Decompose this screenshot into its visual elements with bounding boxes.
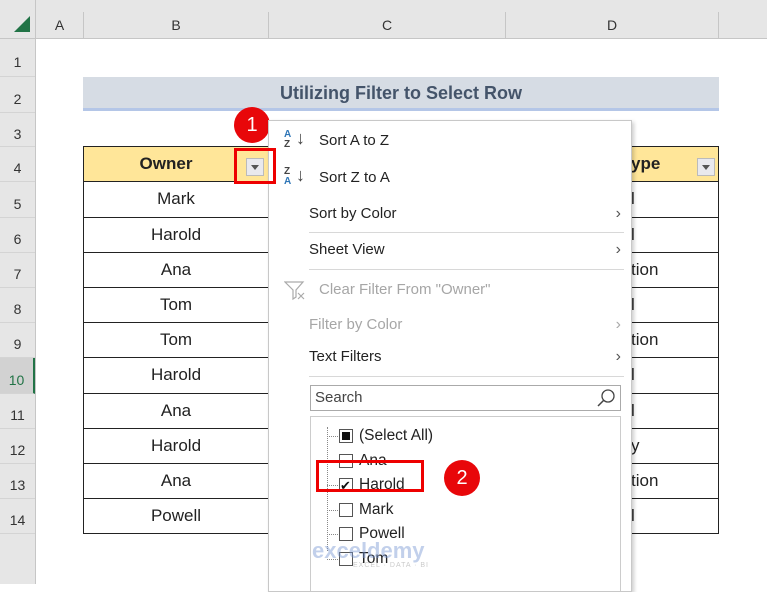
filter-dropdown-menu: A Z ↓ Sort A to Z Z A ↓ Sort Z to A Sort by … bbox=[268, 120, 632, 592]
chevron-right-icon: › bbox=[615, 205, 621, 222]
owner-cell[interactable]: Powell bbox=[83, 498, 269, 534]
owner-cell[interactable]: Harold bbox=[83, 217, 269, 253]
row-header-4[interactable]: 4 bbox=[0, 147, 35, 182]
owner-cell[interactable]: Ana bbox=[83, 252, 269, 288]
row-header-10[interactable]: 10 bbox=[0, 358, 35, 394]
row-header-9[interactable]: 9 bbox=[0, 323, 35, 358]
filter-by-color-label: Filter by Color bbox=[309, 316, 403, 333]
column-header-b[interactable]: B bbox=[84, 12, 269, 38]
row-header-11[interactable]: 11 bbox=[0, 394, 35, 429]
row-header-7[interactable]: 7 bbox=[0, 253, 35, 288]
search-input[interactable]: Search bbox=[310, 385, 621, 411]
row-header-3[interactable]: 3 bbox=[0, 113, 35, 147]
step-badge-2: 2 bbox=[444, 460, 480, 496]
checkbox[interactable] bbox=[339, 429, 353, 443]
row-header-1[interactable]: 1 bbox=[0, 39, 35, 77]
sort-a-to-z[interactable]: A Z ↓ Sort A to Z bbox=[269, 126, 631, 156]
column-header-bar: A B C D bbox=[0, 0, 767, 39]
sort-by-color[interactable]: Sort by Color › bbox=[269, 199, 631, 229]
sort-by-color-label: Sort by Color bbox=[309, 205, 397, 222]
owner-cell[interactable]: Harold bbox=[83, 428, 269, 464]
corner-triangle-icon bbox=[14, 16, 30, 32]
highlight-filter-button bbox=[234, 148, 276, 184]
step-badge-1: 1 bbox=[234, 107, 270, 143]
sort-a-to-z-label: Sort A to Z bbox=[319, 132, 390, 149]
tree-branch bbox=[327, 436, 338, 437]
row-header-12[interactable]: 12 bbox=[0, 429, 35, 464]
row-header-14[interactable]: 14 bbox=[0, 499, 35, 534]
menu-divider bbox=[309, 232, 624, 233]
filter-item-label: (Select All) bbox=[359, 427, 434, 444]
column-header-c[interactable]: C bbox=[269, 12, 506, 38]
watermark-logo: exceldemy bbox=[312, 538, 425, 563]
row-header-8[interactable]: 8 bbox=[0, 288, 35, 323]
chevron-right-icon: › bbox=[615, 241, 621, 258]
watermark-tagline: EXCEL · DATA · BI bbox=[353, 562, 429, 569]
clear-filter[interactable]: Clear Filter From "Owner" bbox=[269, 275, 631, 305]
filter-item-label: Mark bbox=[359, 500, 394, 518]
sheet-view[interactable]: Sheet View › bbox=[269, 235, 631, 265]
owner-cell[interactable]: Tom bbox=[83, 287, 269, 323]
row-header-6[interactable]: 6 bbox=[0, 218, 35, 253]
chevron-right-icon: › bbox=[615, 348, 621, 365]
row-header-5[interactable]: 5 bbox=[0, 182, 35, 218]
select-all-corner[interactable] bbox=[0, 0, 36, 38]
menu-divider bbox=[309, 376, 624, 377]
highlight-harold bbox=[316, 460, 424, 492]
sort-descending-icon: Z A ↓ bbox=[284, 165, 305, 187]
checkbox[interactable] bbox=[339, 502, 353, 517]
row-header-13[interactable]: 13 bbox=[0, 464, 35, 499]
owner-cell[interactable]: Tom bbox=[83, 322, 269, 358]
sheet-title: Utilizing Filter to Select Row bbox=[83, 77, 719, 111]
owner-cell[interactable]: Ana bbox=[83, 393, 269, 429]
search-icon bbox=[597, 389, 615, 407]
text-filters-label: Text Filters bbox=[309, 348, 382, 365]
tree-branch bbox=[327, 509, 338, 511]
sheet-view-label: Sheet View bbox=[309, 241, 385, 258]
owner-cell[interactable]: Mark bbox=[83, 181, 269, 218]
type-filter-button[interactable] bbox=[697, 158, 715, 176]
column-header-a[interactable]: A bbox=[36, 12, 84, 38]
sort-ascending-icon: A Z ↓ bbox=[284, 128, 305, 150]
menu-divider bbox=[309, 269, 624, 270]
text-filters[interactable]: Text Filters › bbox=[269, 342, 631, 372]
tree-branch bbox=[327, 534, 338, 535]
filter-by-color[interactable]: Filter by Color › bbox=[269, 310, 631, 340]
search-placeholder: Search bbox=[315, 389, 363, 406]
sort-z-to-a-label: Sort Z to A bbox=[319, 169, 390, 186]
chevron-right-icon: › bbox=[615, 316, 621, 333]
clear-filter-label: Clear Filter From "Owner" bbox=[319, 281, 491, 298]
sort-z-to-a[interactable]: Z A ↓ Sort Z to A bbox=[269, 163, 631, 193]
column-header-d[interactable]: D bbox=[506, 12, 719, 38]
owner-cell[interactable]: Ana bbox=[83, 463, 269, 499]
clear-filter-icon bbox=[284, 281, 305, 301]
owner-cell[interactable]: Harold bbox=[83, 357, 269, 394]
row-header-bar: 1 2 3 4 5 6 7 8 9 10 11 12 13 14 bbox=[0, 39, 36, 584]
row-header-2[interactable]: 2 bbox=[0, 77, 35, 113]
